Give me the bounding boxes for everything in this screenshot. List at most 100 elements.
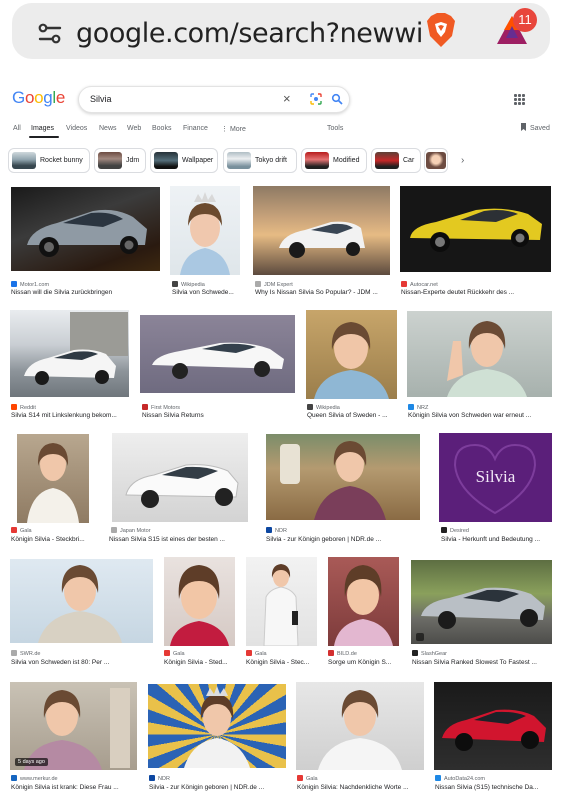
source-favicon <box>11 527 17 533</box>
result-caption[interactable]: Silvia von Schwede... <box>172 289 244 296</box>
source-name: BILD.de <box>337 651 357 657</box>
tab-news[interactable]: News <box>99 125 117 132</box>
source-favicon <box>142 404 148 410</box>
chip-person[interactable] <box>424 148 448 173</box>
result-caption[interactable]: Nissan Silvia (S15) technische Da... <box>435 784 553 791</box>
result-image[interactable] <box>10 310 129 397</box>
result-image[interactable]: Silvia <box>439 433 552 522</box>
result-image[interactable] <box>164 557 235 646</box>
result-caption[interactable]: Queen Silvia of Sweden - ... <box>307 412 399 419</box>
logo-letter: e <box>55 88 66 107</box>
result-image[interactable] <box>10 682 137 770</box>
result-source: Gala <box>11 527 32 534</box>
apps-grid-icon[interactable] <box>514 94 525 105</box>
source-favicon <box>246 650 252 656</box>
source-name: Gala <box>306 776 318 782</box>
result-caption[interactable]: Königin Silvia von Schweden war erneut .… <box>408 412 552 419</box>
result-caption[interactable]: Nissan will die Silvia zurückbringen <box>11 289 160 296</box>
result-caption[interactable]: Nissan Silvia Returns <box>142 412 297 419</box>
search-query[interactable]: Silvia <box>90 94 112 104</box>
result-image[interactable] <box>11 187 160 271</box>
source-favicon <box>164 650 170 656</box>
result-caption[interactable]: Nissan Silvia S15 ist eines der besten .… <box>109 536 254 543</box>
result-source: Desired <box>441 527 469 534</box>
notification-badge: 11 <box>513 8 537 32</box>
tab-videos[interactable]: Videos <box>66 125 87 132</box>
result-caption[interactable]: Königin Silvia - Sted... <box>164 659 236 666</box>
result-image[interactable] <box>112 433 248 522</box>
time-badge: 5 days ago <box>15 758 48 766</box>
result-caption[interactable]: Königin Silvia: Nachdenkliche Worte ... <box>297 784 425 791</box>
source-name: Wikipedia <box>181 282 205 288</box>
source-name: NRZ <box>417 405 429 411</box>
result-image[interactable] <box>400 186 551 272</box>
chip-label: Wallpaper <box>182 157 214 164</box>
tab-web[interactable]: Web <box>127 125 141 132</box>
result-image[interactable] <box>411 560 552 644</box>
result-caption[interactable]: Silvia - Herkunft und Bedeutung ... <box>441 536 552 543</box>
source-favicon <box>307 404 313 410</box>
source-name: SlashGear <box>421 651 447 657</box>
address-bar[interactable]: google.com/search?newwindow <box>12 3 550 59</box>
result-image[interactable] <box>328 557 399 646</box>
result-image[interactable] <box>434 682 552 770</box>
google-logo[interactable]: Google <box>12 88 65 108</box>
source-favicon <box>172 281 178 287</box>
result-source: SWR.de <box>11 650 40 657</box>
tab-images[interactable]: Images <box>31 125 54 132</box>
source-favicon <box>11 650 17 656</box>
chip-thumbnail <box>305 152 329 169</box>
url-text[interactable]: google.com/search?newwindow <box>76 17 422 51</box>
result-caption[interactable]: Silvia von Schweden ist 80: Per ... <box>11 659 154 666</box>
source-name: NDR <box>158 776 170 782</box>
tune-icon[interactable] <box>38 23 62 45</box>
chip-label: Jdm <box>126 157 140 164</box>
result-caption[interactable]: Königin Silvia ist krank: Diese Frau ... <box>11 784 139 791</box>
result-image[interactable] <box>407 311 552 397</box>
search-icon[interactable] <box>331 93 343 105</box>
search-box[interactable]: Silvia × <box>78 86 350 113</box>
result-caption[interactable]: Silvia S14 mit Linkslenkung bekom... <box>11 412 133 419</box>
result-image[interactable] <box>246 557 317 646</box>
result-caption[interactable]: Königin Silvia - Steckbri... <box>11 536 95 543</box>
chip-thumbnail <box>98 152 122 169</box>
tools-button[interactable]: Tools <box>327 125 343 132</box>
logo-letter: o <box>34 88 44 107</box>
saved-button[interactable]: Saved <box>520 123 550 132</box>
result-image[interactable] <box>17 434 89 523</box>
result-image[interactable] <box>10 559 153 643</box>
chevron-right-icon[interactable]: › <box>461 155 464 166</box>
source-favicon <box>266 527 272 533</box>
clear-icon[interactable]: × <box>283 91 291 106</box>
result-image[interactable] <box>253 186 390 275</box>
tab-finance[interactable]: Finance <box>183 125 208 132</box>
brave-shield-icon[interactable] <box>425 12 457 48</box>
chip-jdm[interactable]: Jdm <box>94 148 146 173</box>
google-lens-icon[interactable] <box>309 92 323 106</box>
source-favicon <box>11 281 17 287</box>
chip-car[interactable]: Car <box>371 148 421 173</box>
tab-books[interactable]: Books <box>152 125 171 132</box>
source-favicon <box>11 775 17 781</box>
result-caption[interactable]: Silvia - zur Königin geboren | NDR.de ..… <box>149 784 287 791</box>
result-source: Gala <box>246 650 267 657</box>
source-name: SWR.de <box>20 651 41 657</box>
chip-tokyo-drift[interactable]: Tokyo drift <box>223 148 297 173</box>
result-image[interactable] <box>296 682 424 770</box>
result-caption[interactable]: Nissan Silvia Ranked Slowest To Fastest … <box>412 659 552 666</box>
result-image[interactable] <box>140 315 295 393</box>
result-caption[interactable]: Königin Silvia - Stec... <box>246 659 318 666</box>
result-image[interactable] <box>306 310 397 399</box>
tab-more[interactable]: ⋮ More <box>221 125 246 133</box>
chip-wallpaper[interactable]: Wallpaper <box>150 148 218 173</box>
result-image[interactable] <box>266 434 420 520</box>
result-image[interactable] <box>148 684 286 768</box>
chip-modified[interactable]: Modified <box>301 148 367 173</box>
chip-rocket-bunny[interactable]: Rocket bunny <box>8 148 90 173</box>
result-caption[interactable]: Sorge um Königin S... <box>328 659 400 666</box>
result-caption[interactable]: Silvia - zur Königin geboren | NDR.de ..… <box>266 536 422 543</box>
result-caption[interactable]: Why Is Nissan Silvia So Popular? - JDM .… <box>255 289 390 296</box>
result-image[interactable] <box>170 186 240 275</box>
result-caption[interactable]: Nissan-Experte deutet Rückkehr des ... <box>401 289 551 296</box>
tab-all[interactable]: All <box>13 125 21 132</box>
